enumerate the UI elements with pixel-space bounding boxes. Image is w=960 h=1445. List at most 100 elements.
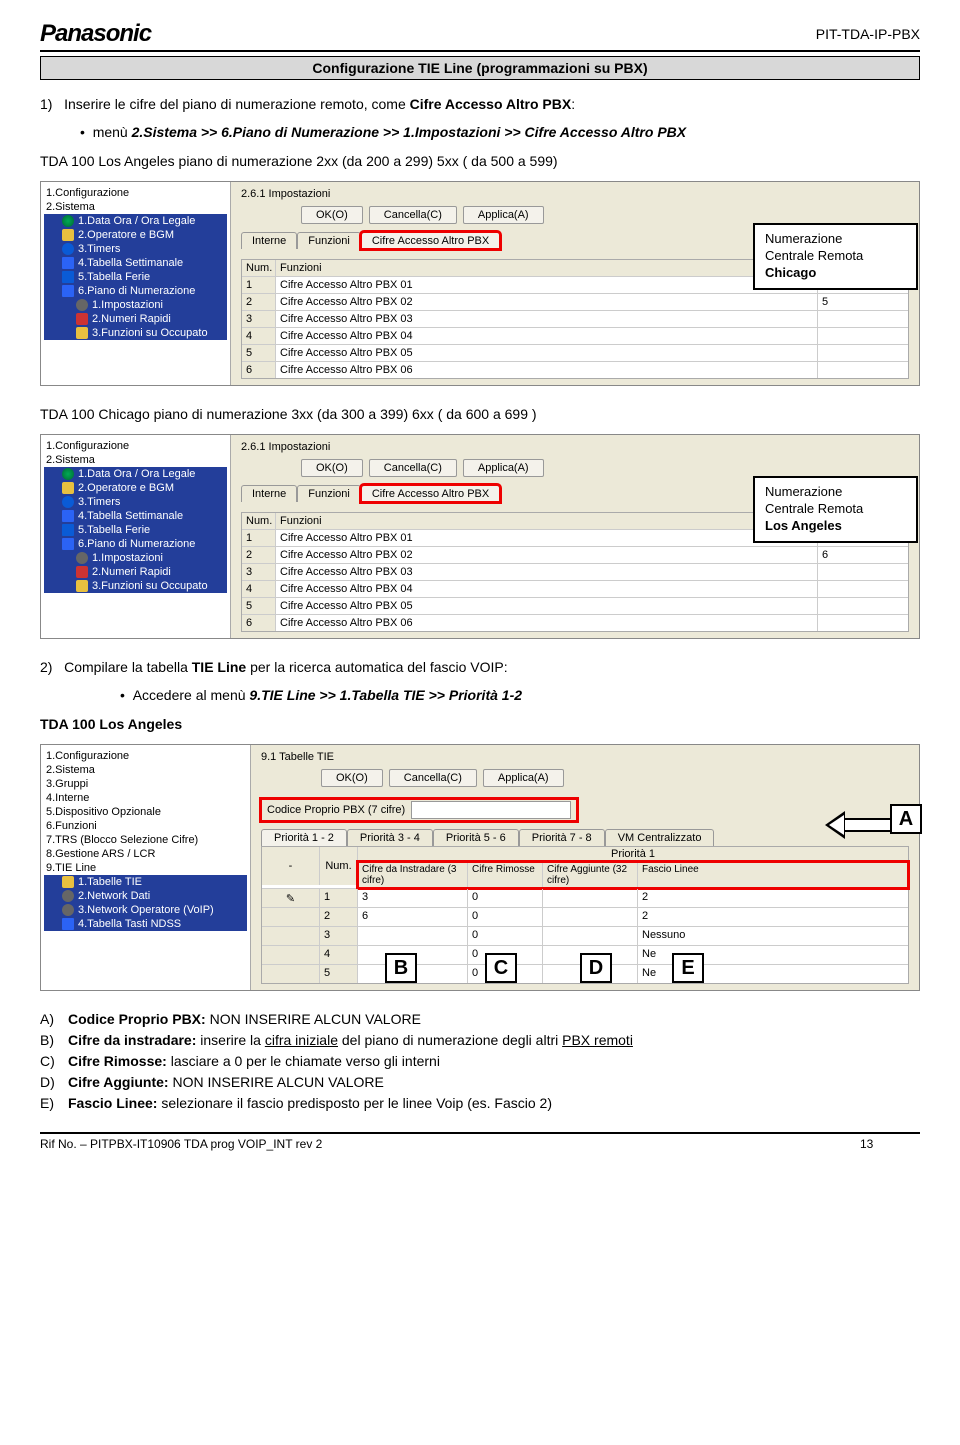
tab-vm[interactable]: VM Centralizzato [605, 829, 715, 846]
gear-icon [62, 904, 74, 916]
step2-num: 2) [40, 659, 52, 675]
tab-p56[interactable]: Priorità 5 - 6 [433, 829, 519, 846]
tab-funzioni[interactable]: Funzioni [297, 232, 361, 249]
tab-interne[interactable]: Interne [241, 232, 297, 249]
step2-c: per la ricerca automatica del fascio VOI… [250, 659, 508, 675]
tree-ferie[interactable]: 5.Tabella Ferie [44, 523, 227, 537]
table-row[interactable]: 6Cifre Accesso Altro PBX 06 [242, 615, 908, 631]
doc-icon [76, 327, 88, 339]
tree-7[interactable]: 7.TRS (Blocco Selezione Cifre) [44, 833, 247, 847]
ok-button[interactable]: OK(O) [301, 206, 363, 224]
tree-config[interactable]: 1.Configurazione [44, 439, 227, 453]
table-row[interactable]: 2Cifre Accesso Altro PBX 026 [242, 547, 908, 564]
codice-input[interactable] [411, 801, 571, 819]
tree-config[interactable]: 1.Configurazione [44, 186, 227, 200]
tree-imp[interactable]: 1.Impostazioni [44, 298, 227, 312]
tab-interne[interactable]: Interne [241, 485, 297, 502]
cell [543, 889, 638, 907]
tree-settimanale[interactable]: 4.Tabella Settimanale [44, 256, 227, 270]
tree-sistema[interactable]: 2.Sistema [44, 200, 227, 214]
tree-ss1-label: 1.Impostazioni [92, 299, 163, 311]
tree-data-ora[interactable]: 1.Data Ora / Ora Legale [44, 214, 227, 228]
table-row[interactable]: 30Nessuno [262, 926, 908, 945]
cell: 0 [468, 927, 543, 945]
tree-timers[interactable]: 3.Timers [44, 495, 227, 509]
table-row[interactable]: 4Cifre Accesso Altro PBX 04 [242, 328, 908, 345]
tab-funzioni[interactable]: Funzioni [297, 485, 361, 502]
tree-sistema[interactable]: 2.Sistema [44, 453, 227, 467]
tree-2[interactable]: 2.Sistema [44, 763, 247, 777]
apply-button[interactable]: Applica(A) [463, 459, 544, 477]
tree-4[interactable]: 4.Interne [44, 791, 247, 805]
step1-a: Inserire le cifre del piano di numerazio… [64, 96, 410, 112]
lg-a-l: A) [40, 1009, 68, 1030]
tree-8[interactable]: 8.Gestione ARS / LCR [44, 847, 247, 861]
tree-network-op[interactable]: 3.Network Operatore (VoIP) [44, 903, 247, 917]
tree-network-dati[interactable]: 2.Network Dati [44, 889, 247, 903]
col-num: Num. [320, 847, 358, 885]
tree-3[interactable]: 3.Gruppi [44, 777, 247, 791]
ok-button[interactable]: OK(O) [301, 459, 363, 477]
tab-cifre[interactable]: Cifre Accesso Altro PBX [361, 485, 500, 502]
cancel-button[interactable]: Cancella(C) [369, 459, 457, 477]
cancel-button[interactable]: Cancella(C) [369, 206, 457, 224]
tab-p34[interactable]: Priorità 3 - 4 [347, 829, 433, 846]
tree-9[interactable]: 9.TIE Line [44, 861, 247, 875]
table-row[interactable]: ✎1302 [262, 888, 908, 907]
tree-s4b: 4.Tabella Tasti NDSS [78, 918, 181, 930]
tree-piano[interactable]: 6.Piano di Numerazione [44, 284, 227, 298]
caption3: TDA 100 Los Angeles [40, 714, 920, 734]
lg-c-l: C) [40, 1051, 68, 1072]
cell: 4 [242, 581, 276, 597]
lg-a-t: NON INSERIRE ALCUN VALORE [206, 1011, 421, 1027]
tree-operatore[interactable]: 2.Operatore e BGM [44, 481, 227, 495]
table-row[interactable]: 6Cifre Accesso Altro PBX 06 [242, 362, 908, 378]
table-row[interactable]: 3Cifre Accesso Altro PBX 03 [242, 311, 908, 328]
tree-occupato[interactable]: 3.Funzioni su Occupato [44, 579, 227, 593]
cell: 1 [320, 889, 358, 907]
lg-e-b: Fascio Linee: [68, 1095, 157, 1111]
field-codice-label: Codice Proprio PBX (7 cifre) [267, 804, 405, 816]
tree-s4-label: 4.Tabella Settimanale [78, 257, 183, 269]
tree-s3b: 3.Network Operatore (VoIP) [78, 904, 214, 916]
tree-numeri[interactable]: 2.Numeri Rapidi [44, 565, 227, 579]
table-row[interactable]: 2602 [262, 907, 908, 926]
cell [818, 581, 908, 597]
tree-settimanale[interactable]: 4.Tabella Settimanale [44, 509, 227, 523]
table-row[interactable]: 3Cifre Accesso Altro PBX 03 [242, 564, 908, 581]
tree-operatore[interactable]: 2.Operatore e BGM [44, 228, 227, 242]
clock-icon [62, 243, 74, 255]
tree-6[interactable]: 6.Funzioni [44, 819, 247, 833]
step2-text: 2) Compilare la tabella TIE Line per la … [40, 657, 920, 677]
table-row[interactable]: 4Cifre Accesso Altro PBX 04 [242, 581, 908, 598]
tree-5[interactable]: 5.Dispositivo Opzionale [44, 805, 247, 819]
operator-icon [62, 229, 74, 241]
ok-button[interactable]: OK(O) [321, 769, 383, 787]
tree-ferie[interactable]: 5.Tabella Ferie [44, 270, 227, 284]
tab-p78[interactable]: Priorità 7 - 8 [519, 829, 605, 846]
tab-cifre[interactable]: Cifre Accesso Altro PBX [361, 232, 500, 249]
tree-occupato[interactable]: 3.Funzioni su Occupato [44, 326, 227, 340]
apply-button[interactable]: Applica(A) [483, 769, 564, 787]
table-row[interactable]: 5Cifre Accesso Altro PBX 05 [242, 345, 908, 362]
cancel-button[interactable]: Cancella(C) [389, 769, 477, 787]
tree-piano[interactable]: 6.Piano di Numerazione [44, 537, 227, 551]
apply-button[interactable]: Applica(A) [463, 206, 544, 224]
cell [543, 908, 638, 926]
tree-numeri[interactable]: 2.Numeri Rapidi [44, 312, 227, 326]
col-priorita: Priorità 1 [358, 847, 908, 862]
tree-ndss[interactable]: 4.Tabella Tasti NDSS [44, 917, 247, 931]
tree-ss1-label: 1.Impostazioni [92, 552, 163, 564]
caption2: TDA 100 Chicago piano di numerazione 3xx… [40, 404, 920, 424]
tree-tabelle-tie[interactable]: 1.Tabelle TIE [44, 875, 247, 889]
table-row[interactable]: 2Cifre Accesso Altro PBX 025 [242, 294, 908, 311]
tree-s3-label: 3.Timers [78, 243, 120, 255]
tree-1[interactable]: 1.Configurazione [44, 749, 247, 763]
screenshot2: 1.Configurazione 2.Sistema 1.Data Ora / … [40, 434, 920, 639]
tree-s6-label: 6.Piano di Numerazione [78, 285, 195, 297]
tree-timers[interactable]: 3.Timers [44, 242, 227, 256]
table-row[interactable]: 5Cifre Accesso Altro PBX 05 [242, 598, 908, 615]
tree-imp[interactable]: 1.Impostazioni [44, 551, 227, 565]
tab-p12[interactable]: Priorità 1 - 2 [261, 829, 347, 846]
tree-data-ora[interactable]: 1.Data Ora / Ora Legale [44, 467, 227, 481]
